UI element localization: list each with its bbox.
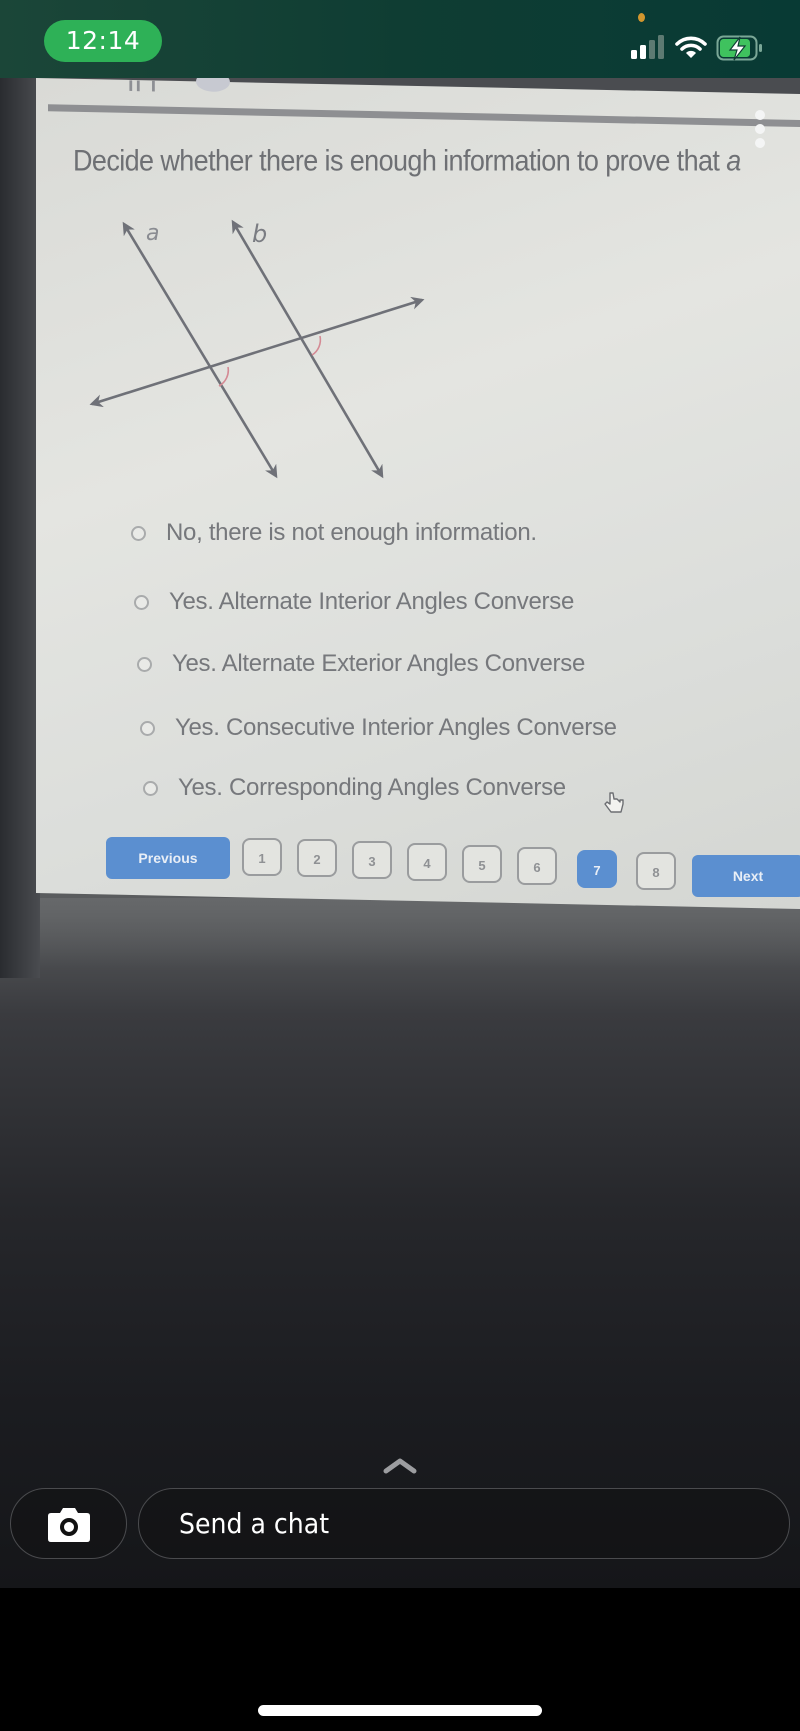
- photo-background: [0, 78, 40, 978]
- hand-cursor-icon: [604, 792, 624, 813]
- line-a: [122, 221, 278, 479]
- radio-button[interactable]: [137, 656, 152, 672]
- answer-option-label: Yes. Alternate Exterior Angles Converse: [172, 650, 585, 677]
- page-button-5[interactable]: 5: [462, 845, 502, 883]
- cropped-header-text: ıı ı: [128, 78, 159, 97]
- status-time[interactable]: 12:14: [44, 20, 162, 62]
- parallel-lines-diagram: a b: [89, 219, 425, 479]
- angle-mark-2: [311, 335, 322, 356]
- transversal-line: [89, 296, 425, 408]
- wifi-icon: [675, 36, 707, 58]
- answer-option[interactable]: Yes. Alternate Interior Angles Converse: [134, 588, 574, 616]
- header-divider: [48, 104, 800, 128]
- page-button-2[interactable]: 2: [297, 839, 337, 877]
- more-options-icon[interactable]: [755, 110, 765, 150]
- line-b-label: b: [252, 220, 267, 248]
- page-button-1[interactable]: 1: [242, 838, 282, 876]
- camera-button[interactable]: [10, 1488, 127, 1559]
- line-b: [231, 219, 384, 479]
- answer-option[interactable]: Yes. Consecutive Interior Angles Convers…: [140, 714, 617, 742]
- answer-option-label: No, there is not enough information.: [166, 519, 537, 546]
- line-a-label: a: [146, 221, 159, 246]
- radio-button[interactable]: [131, 525, 146, 541]
- status-bar: 12:14: [0, 0, 800, 78]
- chat-input[interactable]: Send a chat: [138, 1488, 790, 1559]
- question-text: Decide whether there is enough informati…: [73, 145, 741, 178]
- chat-input-placeholder: Send a chat: [179, 1507, 330, 1540]
- next-button[interactable]: Next: [692, 855, 800, 897]
- question-prompt: Decide whether there is enough informati…: [73, 144, 720, 178]
- cropped-header-icon: [196, 78, 230, 93]
- answer-option-label: Yes. Consecutive Interior Angles Convers…: [175, 714, 617, 741]
- previous-button[interactable]: Previous: [106, 837, 230, 879]
- radio-button[interactable]: [140, 720, 155, 736]
- answer-option-label: Yes. Alternate Interior Angles Converse: [169, 588, 574, 615]
- page-button-6[interactable]: 6: [517, 847, 557, 885]
- page-button-4[interactable]: 4: [407, 843, 447, 881]
- answer-option-label: Yes. Corresponding Angles Converse: [178, 774, 566, 801]
- camera-icon: [48, 1508, 90, 1542]
- screen-edge-shadow: [40, 898, 800, 968]
- radio-button[interactable]: [134, 594, 149, 610]
- answer-option[interactable]: Yes. Corresponding Angles Converse: [143, 774, 566, 802]
- chevron-up-icon[interactable]: [380, 1455, 420, 1477]
- page-button-7-current[interactable]: 7: [577, 850, 617, 888]
- privacy-indicator-dot: [638, 13, 645, 22]
- answer-option[interactable]: Yes. Alternate Exterior Angles Converse: [137, 650, 585, 678]
- battery-charging-icon: [716, 35, 762, 61]
- page-button-8[interactable]: 8: [636, 852, 676, 890]
- home-indicator[interactable]: [258, 1705, 542, 1716]
- radio-button[interactable]: [143, 780, 158, 796]
- signal-icon: [631, 35, 665, 59]
- answer-option[interactable]: No, there is not enough information.: [131, 519, 537, 547]
- question-variable: a: [726, 144, 741, 178]
- page-button-3[interactable]: 3: [352, 841, 392, 879]
